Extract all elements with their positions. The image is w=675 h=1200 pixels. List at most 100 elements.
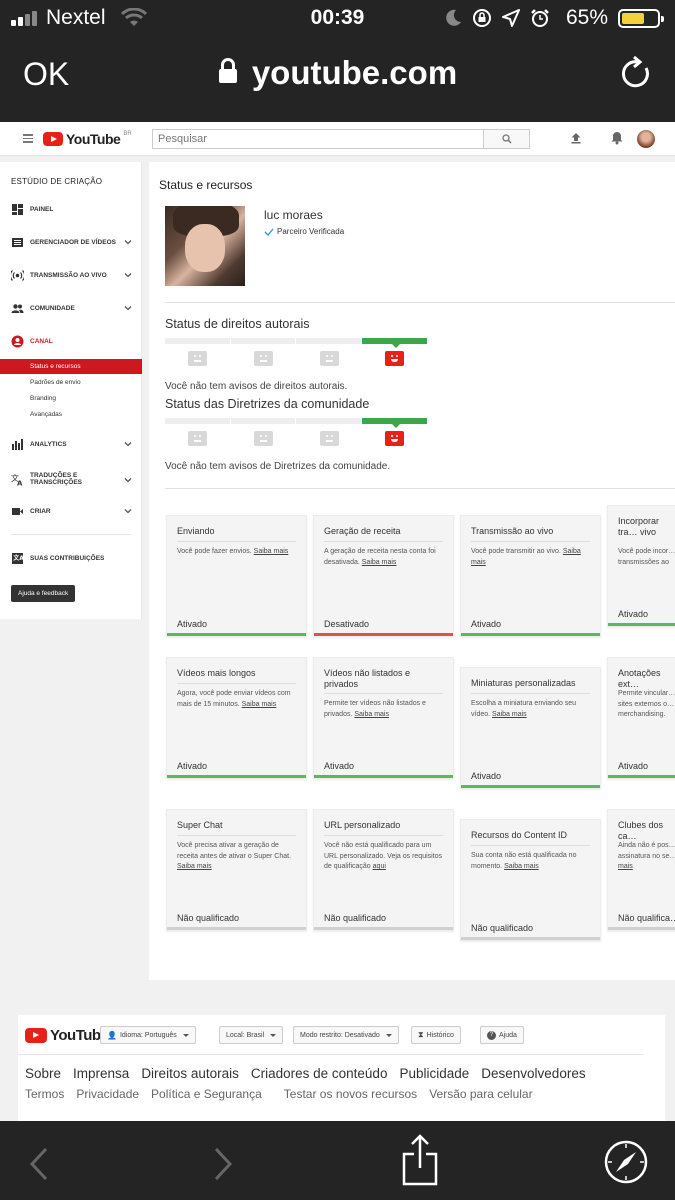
sidebar-item-translations[interactable]: 文A TRADUÇÕES E TRANSCRIÇÕES — [0, 467, 142, 493]
language-icon: 👤 — [107, 1030, 117, 1040]
dashboard-icon — [12, 204, 23, 215]
ios-status-bar: Nextel 00:39 65% — [0, 0, 675, 38]
status-bar — [608, 927, 675, 930]
learn-more-link[interactable]: Saiba mais — [504, 863, 539, 870]
guidelines-status-title: Status das Diretrizes da comunidade — [165, 397, 370, 411]
here-link[interactable]: aqui — [373, 863, 386, 870]
chevron-down-icon — [124, 509, 132, 514]
address-bar[interactable]: youtube.com — [0, 54, 675, 92]
reload-icon[interactable] — [620, 56, 652, 90]
status-bar — [314, 927, 453, 930]
community-icon — [11, 304, 24, 313]
footer-links-secondary: Termos Privacidade Política e Segurança … — [25, 1087, 533, 1101]
sidebar-item-painel[interactable]: PAINEL — [0, 199, 142, 221]
learn-more-link[interactable]: Saiba mais — [354, 711, 389, 718]
status-label: Não qualificado — [324, 913, 387, 923]
status-label: Ativado — [471, 619, 502, 629]
location-icon — [502, 9, 520, 27]
restricted-mode-button[interactable]: Modo restrito: Desativado — [293, 1026, 399, 1044]
divider — [165, 488, 675, 489]
footer-link[interactable]: Privacidade — [76, 1087, 139, 1101]
sidebar-item-canal[interactable]: CANAL — [0, 331, 142, 353]
search-input[interactable]: Pesquisar — [152, 129, 484, 149]
channel-name[interactable]: luc moraes — [264, 208, 323, 222]
battery-icon — [618, 9, 664, 28]
sidebar-sub-status[interactable]: Status e recursos — [0, 359, 142, 374]
status-label: Ativado — [618, 609, 649, 619]
footer-link[interactable]: Direitos autorais — [141, 1066, 239, 1081]
status-bar — [461, 785, 600, 788]
youtube-header: YouTube BR Pesquisar — [0, 122, 675, 156]
region-code: BR — [123, 131, 132, 137]
feature-card-unlisted-private: Vídeos não listados e privados Permite t… — [313, 657, 454, 779]
feature-card-live: Transmissão ao vivo Você pode transmitir… — [460, 515, 601, 637]
analytics-icon — [12, 439, 23, 450]
sidebar-item-contributions[interactable]: 文A SUAS CONTRIBUIÇÕES — [0, 548, 142, 570]
footer-link[interactable]: Política e Segurança — [151, 1087, 262, 1101]
sidebar-sub-advanced[interactable]: Avançadas — [0, 407, 142, 422]
footer-link[interactable]: Sobre — [25, 1066, 61, 1081]
learn-more-link[interactable]: Saiba mais — [254, 548, 289, 555]
search-button[interactable] — [484, 129, 530, 149]
status-label: Desativado — [324, 619, 370, 629]
lock-icon — [218, 58, 237, 84]
learn-more-link[interactable]: Saiba mais — [177, 863, 212, 870]
sad-face-icon — [188, 351, 207, 366]
url-text: youtube.com — [251, 54, 458, 91]
hourglass-icon: ⧗ — [418, 1030, 424, 1039]
help-feedback-button[interactable]: Ajuda e feedback — [11, 585, 76, 602]
dropdown-arrow-icon — [385, 1033, 392, 1037]
search-icon — [501, 134, 512, 144]
history-button[interactable]: ⧗ Histórico — [411, 1026, 461, 1044]
browser-header: OK youtube.com — [0, 38, 675, 122]
footer-link[interactable]: Criadores de conteúdo — [251, 1066, 388, 1081]
youtube-footer: YouTube 👤 Idioma: Português Local: Brasi… — [18, 1015, 665, 1121]
learn-more-link[interactable]: Saiba mais — [492, 711, 527, 718]
status-label: Não qualificado — [471, 923, 534, 933]
sidebar-item-video-manager[interactable]: GERENCIADOR DE VÍDEOS — [0, 232, 142, 254]
footer-link[interactable]: Desenvolvedores — [481, 1066, 585, 1081]
rotation-lock-icon — [473, 9, 491, 27]
sidebar-sub-upload-defaults[interactable]: Padrões de envio — [0, 375, 142, 390]
language-button[interactable]: 👤 Idioma: Português — [100, 1026, 196, 1044]
youtube-play-icon — [25, 1028, 47, 1043]
footer-link[interactable]: Versão para celular — [429, 1087, 532, 1101]
learn-more-link[interactable]: mais — [618, 863, 633, 870]
location-button[interactable]: Local: Brasil — [219, 1026, 284, 1044]
compass-icon[interactable] — [604, 1140, 648, 1184]
footer-youtube-logo[interactable]: YouTube — [25, 1027, 109, 1044]
status-label: Não qualifica… — [618, 913, 675, 923]
footer-link[interactable]: Publicidade — [399, 1066, 469, 1081]
svg-text:文A: 文A — [12, 554, 24, 562]
sidebar-sub-branding[interactable]: Branding — [0, 391, 142, 406]
divider — [165, 302, 675, 303]
chevron-down-icon — [124, 442, 132, 447]
bell-icon[interactable] — [611, 131, 623, 145]
back-icon[interactable] — [28, 1147, 50, 1181]
battery-percent: 65% — [566, 6, 609, 29]
share-icon[interactable] — [402, 1134, 438, 1186]
sidebar-item-live[interactable]: TRANSMISSÃO AO VIVO — [0, 265, 142, 287]
learn-more-link[interactable]: Saiba mais — [242, 701, 277, 708]
footer-link[interactable]: Testar os novos recursos — [284, 1087, 417, 1101]
learn-more-link[interactable]: Saiba mais — [362, 559, 397, 566]
status-label: Ativado — [177, 619, 208, 629]
sidebar-divider — [11, 534, 131, 535]
status-bar — [314, 633, 453, 636]
forward-icon[interactable] — [212, 1147, 234, 1181]
youtube-logo[interactable]: YouTube BR — [43, 131, 132, 147]
channel-profile-picture[interactable] — [165, 206, 245, 286]
account-avatar[interactable] — [637, 130, 655, 148]
upload-icon[interactable] — [570, 132, 582, 144]
sidebar-item-create[interactable]: CRIAR — [0, 501, 142, 523]
chevron-down-icon — [124, 273, 132, 278]
status-label: Não qualificado — [177, 913, 240, 923]
menu-icon[interactable] — [23, 134, 33, 145]
footer-link[interactable]: Imprensa — [73, 1066, 129, 1081]
sidebar-item-analytics[interactable]: ANALYTICS — [0, 434, 142, 456]
help-button[interactable]: ? Ajuda — [480, 1026, 524, 1044]
live-icon — [11, 270, 24, 281]
sidebar-item-community[interactable]: COMUNIDADE — [0, 298, 142, 320]
footer-link[interactable]: Termos — [25, 1087, 64, 1101]
neutral-face-icon — [320, 351, 339, 366]
